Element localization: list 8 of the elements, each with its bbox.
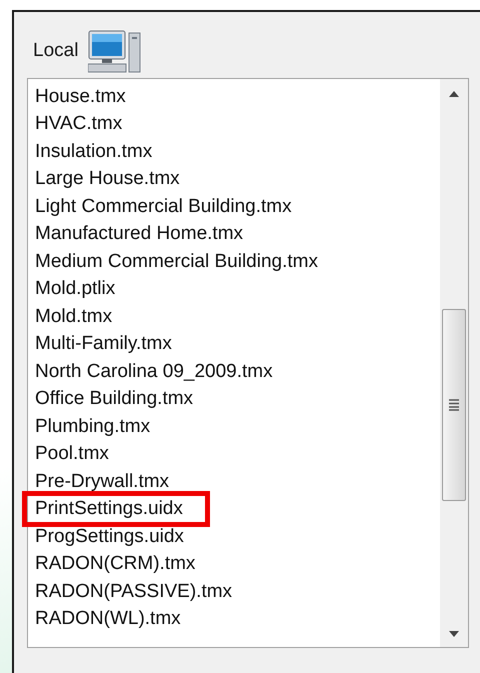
- scroll-up-icon[interactable]: [449, 91, 459, 97]
- scrollbar[interactable]: [440, 79, 468, 647]
- scrollbar-thumb[interactable]: [442, 309, 466, 501]
- file-item[interactable]: PrintSettings.uidx: [22, 491, 210, 528]
- grip-icon: [449, 399, 459, 411]
- location-label: Local: [33, 40, 78, 62]
- computer-icon: [88, 29, 142, 73]
- scroll-down-icon[interactable]: [449, 631, 459, 637]
